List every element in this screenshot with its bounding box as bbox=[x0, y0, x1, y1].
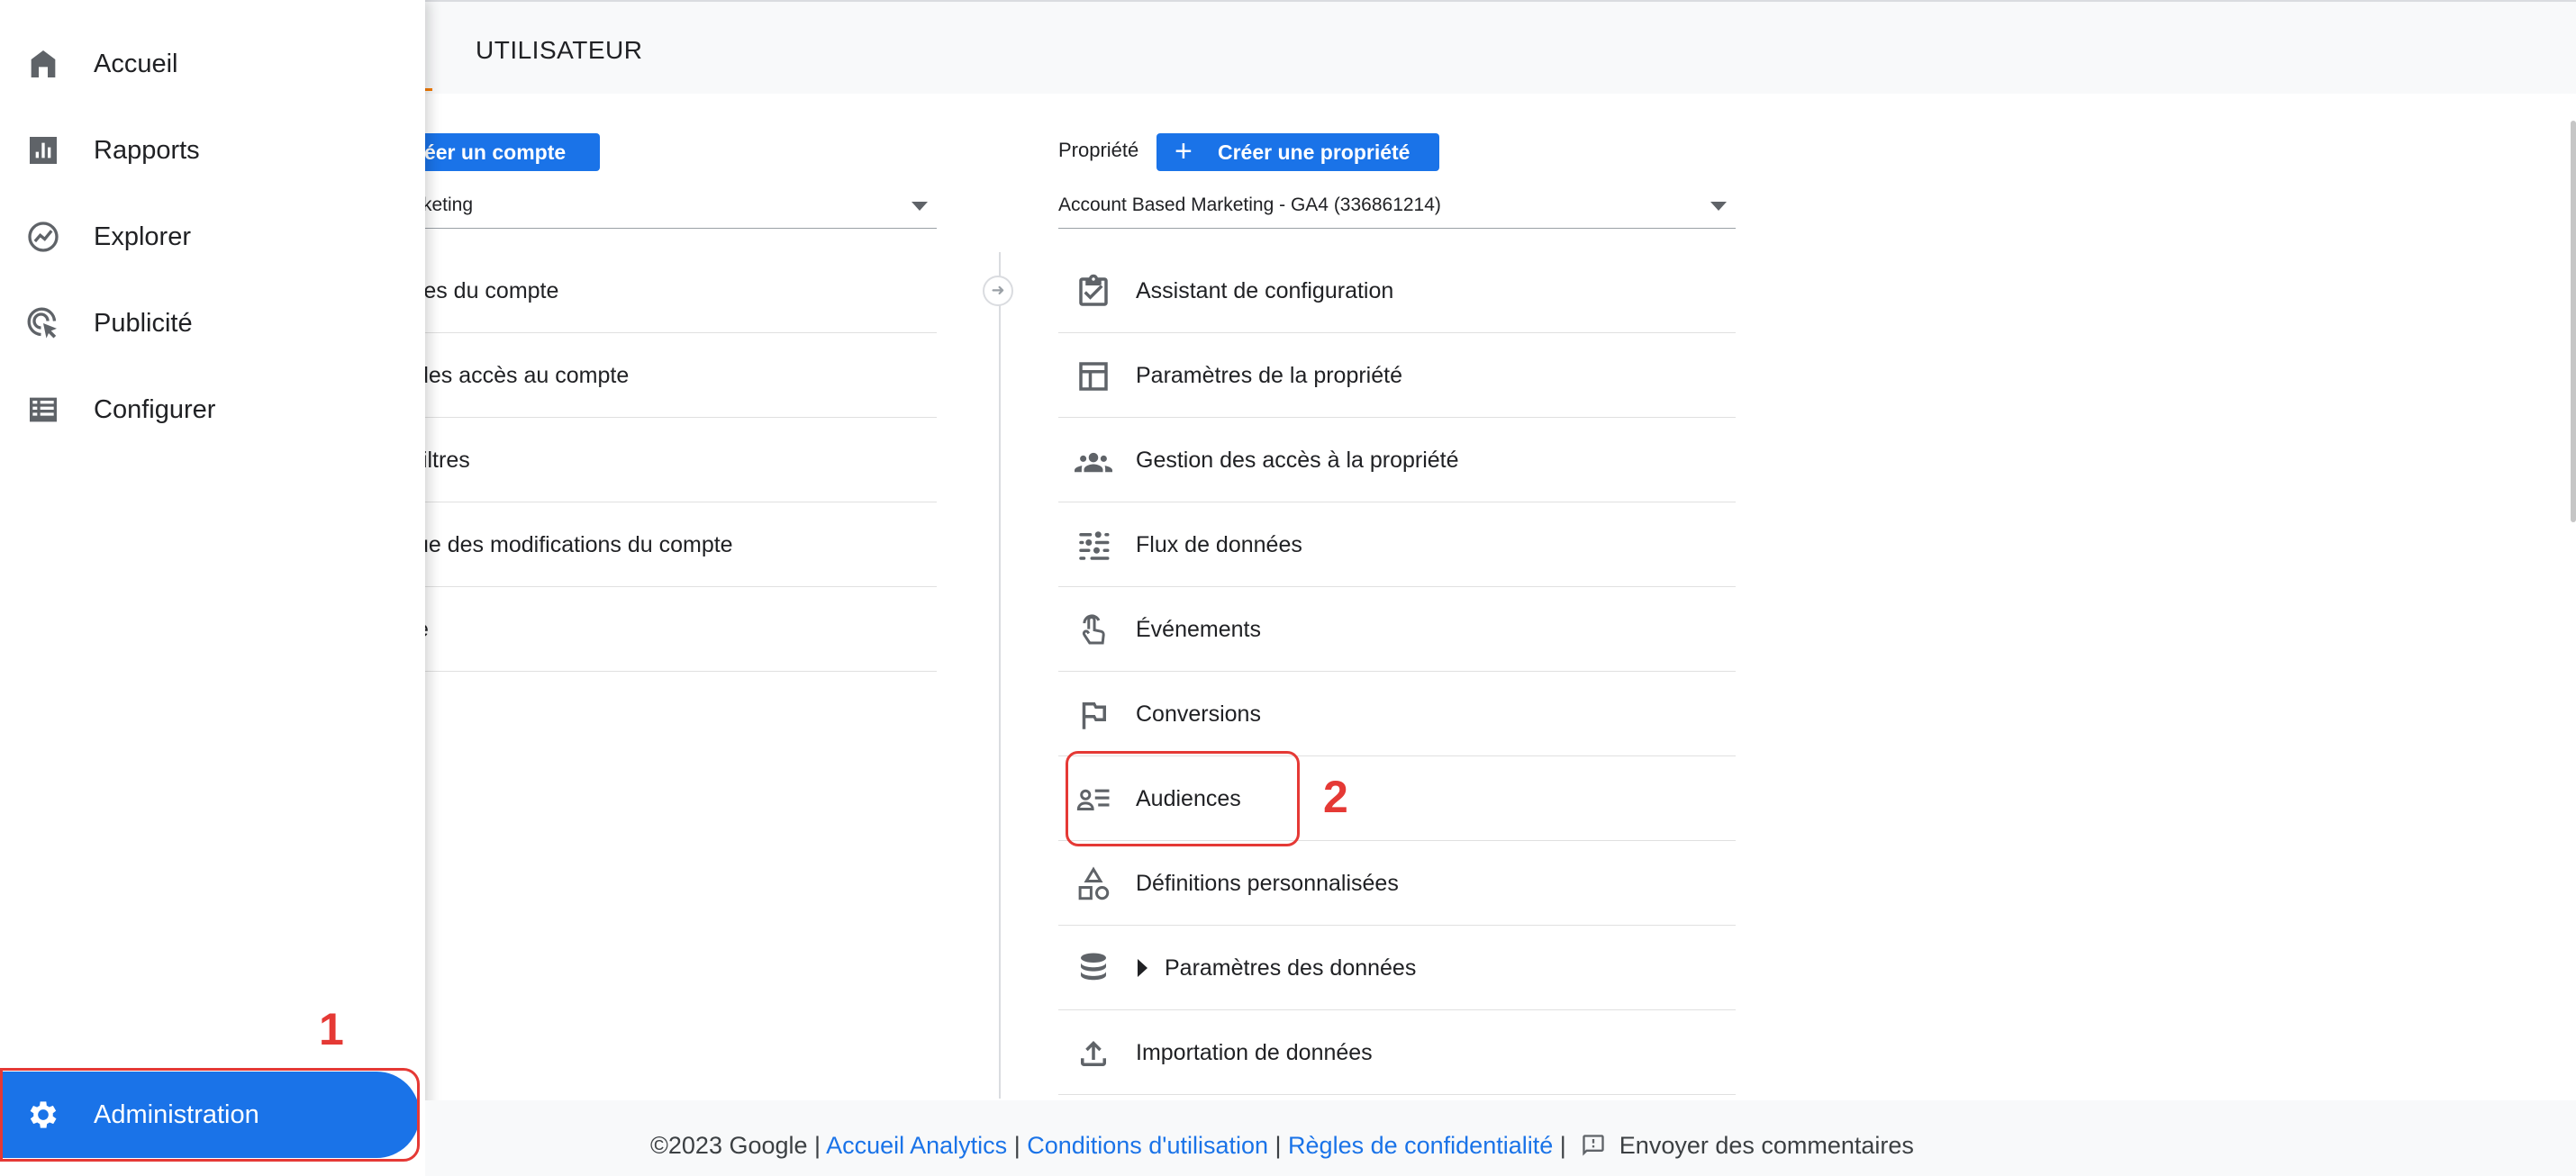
property-settings-list: Assistant de configuration Paramètres de… bbox=[1058, 249, 1736, 1095]
bar-chart-icon bbox=[30, 137, 57, 164]
annotation-step-1: 1 bbox=[319, 1004, 344, 1054]
list-icon bbox=[30, 397, 57, 422]
navigation-drawer: Accueil Rapports Explorer Publicité Conf… bbox=[0, 0, 425, 1176]
people-icon bbox=[1075, 452, 1112, 473]
sidebar-item-label: Explorer bbox=[94, 222, 191, 251]
touch-icon bbox=[1082, 614, 1105, 645]
footer-link-terms[interactable]: Conditions d'utilisation bbox=[1027, 1132, 1268, 1159]
footer-separator: | bbox=[1013, 1132, 1028, 1159]
create-property-button[interactable]: + Créer une propriété bbox=[1156, 133, 1439, 171]
account-selector[interactable]: rketing bbox=[360, 189, 937, 229]
property-item-label: Événements bbox=[1136, 617, 1261, 642]
home-icon bbox=[31, 50, 56, 77]
sidebar-item-accueil[interactable]: Accueil bbox=[0, 23, 425, 104]
property-item-label: Conversions bbox=[1136, 701, 1261, 727]
account-settings-list: res du compte des accès au compte filtre… bbox=[360, 249, 937, 672]
footer-separator: | bbox=[1559, 1132, 1574, 1159]
layout-icon bbox=[1079, 362, 1108, 391]
property-item-data-streams[interactable]: Flux de données bbox=[1058, 502, 1736, 587]
column-divider bbox=[999, 252, 1001, 1099]
property-item-events[interactable]: Événements bbox=[1058, 587, 1736, 672]
property-item-label: Paramètres de la propriété bbox=[1136, 363, 1402, 388]
property-item-label: Flux de données bbox=[1136, 532, 1302, 557]
dropdown-arrow-icon bbox=[912, 202, 928, 211]
property-item-property-settings[interactable]: Paramètres de la propriété bbox=[1058, 333, 1736, 418]
account-list-item[interactable]: filtres bbox=[360, 418, 937, 502]
sidebar-item-label: Configurer bbox=[94, 395, 216, 424]
upload-icon bbox=[1081, 1041, 1106, 1066]
property-item-data-settings[interactable]: Paramètres des données bbox=[1058, 926, 1736, 1010]
sidebar-item-label: Publicité bbox=[94, 309, 193, 338]
page-footer: ©2023 Google | Accueil Analytics | Condi… bbox=[425, 1100, 2576, 1176]
sidebar-item-label: Rapports bbox=[94, 136, 200, 165]
sidebar-item-label: Accueil bbox=[94, 50, 178, 78]
account-list-item[interactable]: ue des modifications du compte bbox=[360, 502, 937, 587]
annotation-step-2: 2 bbox=[1323, 772, 1348, 822]
property-item-label: Assistant de configuration bbox=[1136, 278, 1394, 303]
sidebar-item-explorer[interactable]: Explorer bbox=[0, 196, 425, 277]
explore-icon bbox=[28, 222, 59, 252]
property-selector[interactable]: Account Based Marketing - GA4 (336861214… bbox=[1058, 189, 1736, 229]
property-item-label: Paramètres des données bbox=[1165, 955, 1417, 981]
ads-cursor-icon bbox=[27, 307, 57, 339]
account-list-item[interactable]: e bbox=[360, 587, 937, 672]
property-item-conversions[interactable]: Conversions bbox=[1058, 672, 1736, 756]
property-label: Propriété bbox=[1058, 139, 1139, 161]
footer-copyright: ©2023 Google bbox=[650, 1132, 808, 1159]
annotation-highlight-audiences bbox=[1066, 751, 1300, 846]
property-item-access-management[interactable]: Gestion des accès à la propriété bbox=[1058, 418, 1736, 502]
property-item-setup-assistant[interactable]: Assistant de configuration bbox=[1058, 249, 1736, 333]
flag-icon bbox=[1082, 702, 1106, 729]
shapes-icon bbox=[1078, 866, 1110, 900]
property-item-label: Importation de données bbox=[1136, 1040, 1373, 1065]
create-property-label: Créer une propriété bbox=[1218, 140, 1410, 164]
property-item-custom-definitions[interactable]: Définitions personnalisées bbox=[1058, 841, 1736, 926]
streams-icon bbox=[1079, 531, 1110, 560]
footer-separator: | bbox=[1274, 1132, 1289, 1159]
property-selected-value: Account Based Marketing - GA4 (336861214… bbox=[1058, 194, 1441, 215]
scrollbar[interactable] bbox=[2571, 121, 2576, 522]
dropdown-arrow-icon bbox=[1710, 202, 1727, 211]
account-list-item[interactable]: res du compte bbox=[360, 249, 937, 333]
feedback-link[interactable]: Envoyer des commentaires bbox=[1619, 1132, 1914, 1159]
page-title: UTILISATEUR bbox=[476, 36, 643, 64]
footer-content: ©2023 Google | Accueil Analytics | Condi… bbox=[650, 1100, 1914, 1176]
property-item-data-import[interactable]: Importation de données bbox=[1058, 1010, 1736, 1095]
sidebar-item-publicite[interactable]: Publicité bbox=[0, 283, 425, 364]
property-item-label: Définitions personnalisées bbox=[1136, 871, 1399, 896]
account-list-item[interactable]: des accès au compte bbox=[360, 333, 937, 418]
sidebar-item-configurer[interactable]: Configurer bbox=[0, 369, 425, 450]
arrow-right-icon: ➜ bbox=[983, 276, 1013, 306]
annotation-highlight-administration bbox=[0, 1068, 420, 1162]
feedback-icon bbox=[1583, 1135, 1604, 1156]
checklist-icon bbox=[1079, 274, 1108, 306]
footer-link-privacy[interactable]: Règles de confidentialité bbox=[1288, 1132, 1553, 1159]
property-item-label: Gestion des accès à la propriété bbox=[1136, 448, 1459, 473]
plus-icon: + bbox=[1175, 134, 1193, 168]
expand-arrow-icon[interactable] bbox=[1138, 959, 1147, 977]
footer-link-analytics-home[interactable]: Accueil Analytics bbox=[826, 1132, 1007, 1159]
footer-separator: | bbox=[814, 1132, 827, 1159]
sidebar-item-rapports[interactable]: Rapports bbox=[0, 110, 425, 191]
database-icon bbox=[1081, 953, 1106, 981]
